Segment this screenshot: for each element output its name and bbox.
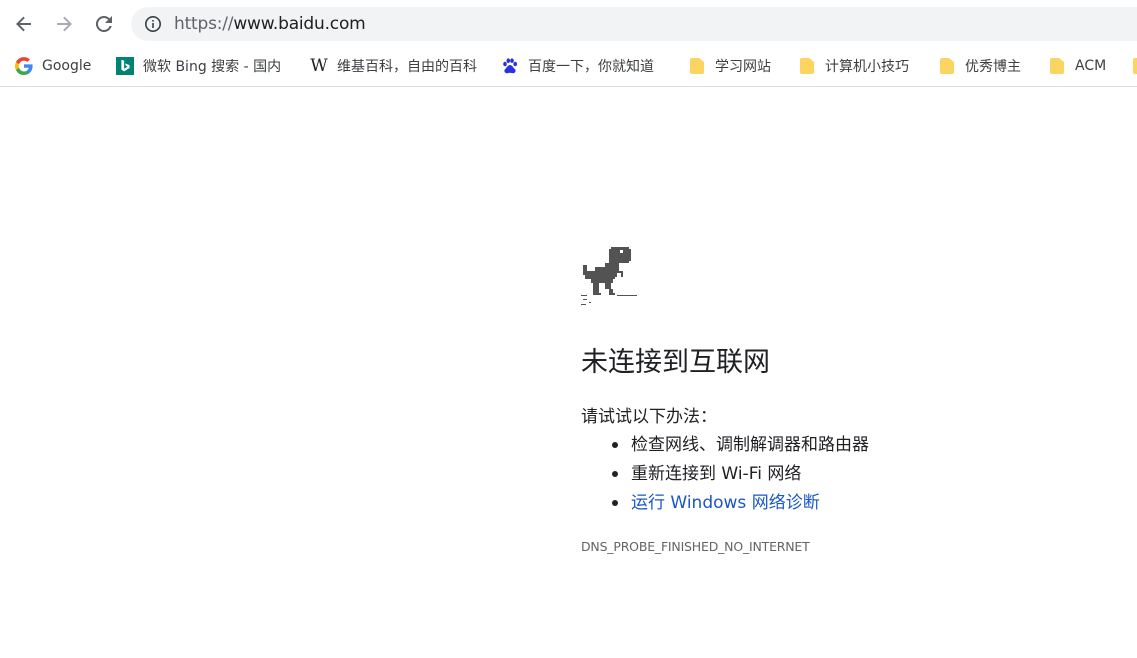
error-heading: 未连接到互联网 bbox=[581, 347, 770, 378]
bookmark-label: ACM bbox=[1075, 58, 1107, 74]
bullet bbox=[612, 500, 618, 506]
arrow-left-icon bbox=[16, 16, 31, 32]
bookmark-folder-acm[interactable]: ACM bbox=[1048, 55, 1123, 77]
baidu-icon bbox=[501, 57, 519, 75]
forward-button[interactable] bbox=[50, 10, 78, 38]
list-item: 检查网线、调制解调器和路由器 bbox=[581, 433, 869, 462]
info-icon[interactable] bbox=[144, 15, 162, 33]
bookmark-folder-bloggers[interactable]: 优秀博主 bbox=[938, 55, 1038, 77]
bookmark-label: 计算机小技巧 bbox=[825, 59, 909, 75]
bookmark-bing[interactable]: 微软 Bing 搜索 - 国内 bbox=[116, 55, 288, 77]
reload-button[interactable] bbox=[90, 10, 118, 38]
bookmark-google[interactable]: Google bbox=[15, 55, 105, 77]
dinosaur-icon[interactable] bbox=[581, 247, 637, 307]
folder-icon bbox=[1131, 57, 1137, 75]
url-scheme: https:// bbox=[174, 14, 234, 34]
bookmark-folder-study[interactable]: 学习网站 bbox=[688, 55, 788, 77]
error-code: DNS_PROBE_FINISHED_NO_INTERNET bbox=[581, 539, 810, 554]
google-icon bbox=[15, 57, 33, 75]
arrow-right-icon bbox=[57, 16, 72, 32]
bookmark-label: 维基百科，自由的百科 bbox=[337, 59, 477, 75]
bookmark-baidu[interactable]: 百度一下，你就知道 bbox=[501, 55, 671, 77]
reload-icon bbox=[95, 15, 112, 32]
folder-icon bbox=[688, 57, 706, 75]
folder-icon bbox=[1048, 57, 1066, 75]
back-button[interactable] bbox=[10, 10, 38, 38]
wikipedia-icon: W bbox=[310, 56, 328, 76]
address-bar[interactable]: https://www.baidu.com bbox=[131, 7, 1137, 41]
bookmarks-bar: Google 微软 Bing 搜索 - 国内 W 维基百科，自由的百科 百度一下… bbox=[0, 48, 1137, 87]
list-item: 运行 Windows 网络诊断 bbox=[581, 491, 869, 520]
run-network-diagnostics-link[interactable]: 运行 Windows 网络诊断 bbox=[631, 493, 820, 513]
list-item: 重新连接到 Wi-Fi 网络 bbox=[581, 462, 869, 491]
bookmark-label: 百度一下，你就知道 bbox=[528, 59, 654, 75]
bookmark-label: Google bbox=[42, 58, 92, 74]
bullet bbox=[612, 442, 618, 448]
bullet bbox=[612, 471, 618, 477]
bookmark-label: 学习网站 bbox=[715, 59, 771, 75]
bookmark-label: 优秀博主 bbox=[965, 59, 1021, 75]
browser-toolbar: https://www.baidu.com bbox=[0, 0, 1137, 48]
folder-icon bbox=[938, 57, 956, 75]
folder-icon bbox=[798, 57, 816, 75]
bookmark-folder-tips[interactable]: 计算机小技巧 bbox=[798, 55, 926, 77]
url-text[interactable]: https://www.baidu.com bbox=[174, 13, 366, 35]
suggestions-title: 请试试以下办法： bbox=[581, 407, 717, 427]
bookmark-label: 微软 Bing 搜索 - 国内 bbox=[143, 59, 282, 75]
bookmark-wikipedia[interactable]: W 维基百科，自由的百科 bbox=[310, 55, 480, 77]
suggestion-text: 重新连接到 Wi-Fi 网络 bbox=[631, 464, 802, 484]
suggestion-text: 检查网线、调制解调器和路由器 bbox=[631, 435, 869, 455]
url-host: www.baidu.com bbox=[233, 14, 366, 34]
bing-icon bbox=[116, 57, 134, 75]
suggestions-list: 检查网线、调制解调器和路由器 重新连接到 Wi-Fi 网络 运行 Windows… bbox=[581, 433, 869, 520]
bookmark-folder-overflow[interactable] bbox=[1131, 55, 1137, 77]
